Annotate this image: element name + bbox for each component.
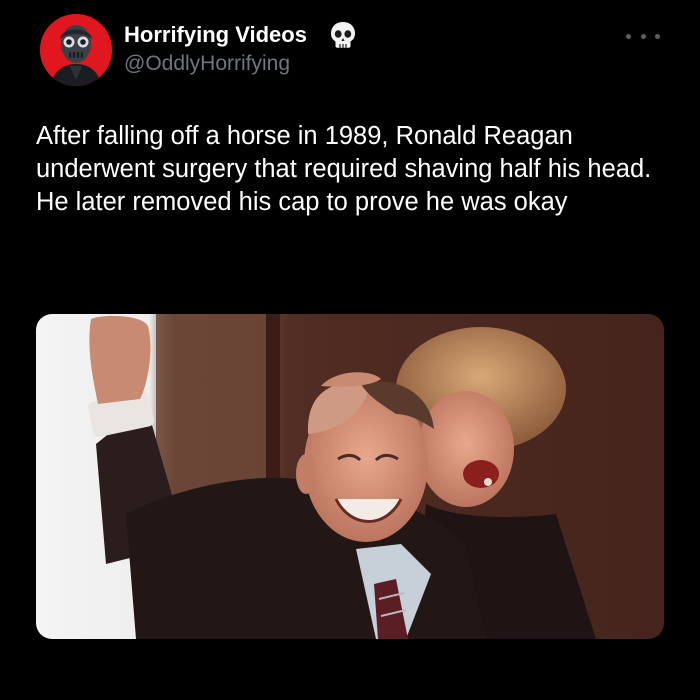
photo-illustration [36, 314, 664, 639]
display-name[interactable]: Horrifying Videos [124, 22, 307, 48]
avatar[interactable] [40, 14, 112, 86]
masked-figure-avatar-icon [40, 14, 112, 86]
skull-icon [328, 20, 358, 50]
more-dot-icon [655, 33, 660, 39]
more-options-button[interactable] [626, 26, 660, 46]
more-dot-icon [626, 33, 631, 39]
post: Horrifying Videos @OddlyHorrifying After… [0, 0, 700, 700]
post-photo[interactable] [36, 314, 664, 639]
more-dot-icon [640, 33, 646, 39]
post-text: After falling off a horse in 1989, Ronal… [36, 122, 652, 216]
account-handle[interactable]: @OddlyHorrifying [124, 52, 290, 76]
